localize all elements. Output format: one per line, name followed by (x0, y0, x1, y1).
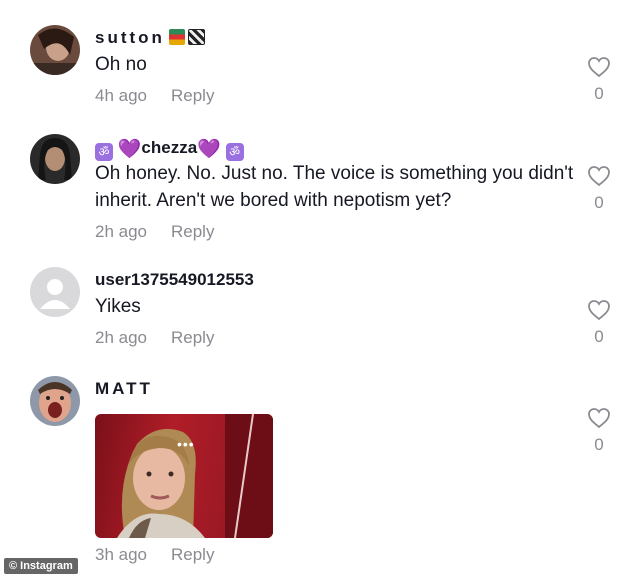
avatar[interactable] (30, 267, 80, 317)
username[interactable]: user1375549012553 (95, 270, 254, 290)
avatar[interactable] (30, 376, 80, 426)
books-icon (168, 29, 185, 45)
timestamp: 3h ago (95, 545, 147, 564)
username[interactable]: ॐ 💜chezza💜 ॐ (95, 137, 244, 161)
comment-meta: 2h ago Reply (95, 222, 214, 242)
username-text: sutton (95, 28, 165, 47)
timestamp: 4h ago (95, 86, 147, 105)
comment-text: Oh no (95, 54, 147, 75)
like-count: 0 (594, 435, 604, 454)
avatar[interactable] (30, 134, 80, 184)
timestamp: 2h ago (95, 328, 147, 347)
comment-text: Yikes (95, 296, 141, 317)
reply-button[interactable]: Reply (171, 222, 214, 241)
comment-list: sutton Oh no 4h ago Reply 0 ॐ 💜chezza💜 ॐ … (0, 0, 634, 577)
avatar[interactable] (30, 25, 80, 75)
timestamp: 2h ago (95, 222, 147, 241)
heart-icon[interactable] (587, 165, 611, 187)
like-count: 0 (594, 193, 604, 212)
heart-icon[interactable] (587, 299, 611, 321)
like-button[interactable]: 0 (585, 407, 613, 455)
gif-attachment[interactable]: ••• (95, 414, 273, 538)
like-button[interactable]: 0 (585, 165, 613, 213)
om-icon: ॐ (95, 143, 113, 161)
clapper-icon (187, 29, 205, 45)
heart-icon[interactable] (587, 56, 611, 78)
comment-meta: 4h ago Reply (95, 86, 214, 106)
heart-icon[interactable] (587, 407, 611, 429)
reply-button[interactable]: Reply (171, 328, 214, 347)
om-icon: ॐ (225, 143, 244, 161)
username[interactable]: sutton (95, 28, 205, 48)
purple-heart-icon: 💜 (117, 139, 142, 160)
username-text: chezza (141, 138, 198, 157)
purple-heart-icon: 💜 (197, 139, 221, 160)
comment-text: Oh honey. No. Just no. The voice is some… (95, 163, 574, 211)
comment-meta: 3h ago Reply (95, 545, 214, 565)
like-count: 0 (594, 84, 604, 103)
like-count: 0 (594, 327, 604, 346)
default-avatar-icon (30, 267, 80, 317)
comment-meta: 2h ago Reply (95, 328, 214, 348)
gif-overlay-dots: ••• (177, 436, 195, 452)
like-button[interactable]: 0 (585, 299, 613, 347)
username[interactable]: MATT (95, 379, 153, 399)
watermark: © Instagram (4, 558, 78, 574)
reply-button[interactable]: Reply (171, 545, 214, 564)
reply-button[interactable]: Reply (171, 86, 214, 105)
like-button[interactable]: 0 (585, 56, 613, 104)
